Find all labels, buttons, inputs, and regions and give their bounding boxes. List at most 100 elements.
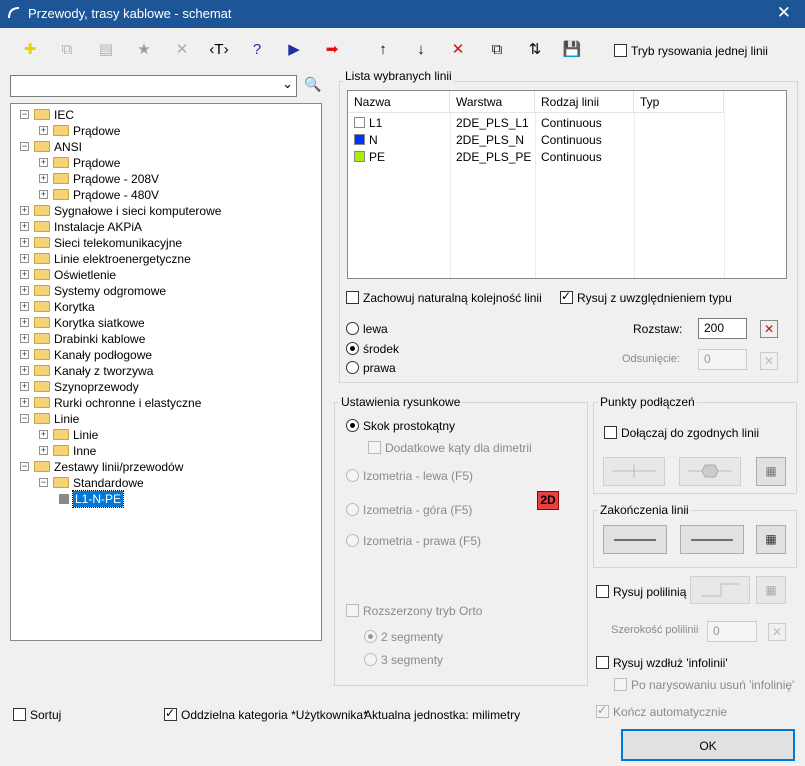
sort-checkbox[interactable]: Sortuj: [13, 708, 61, 722]
draw-polyline-checkbox[interactable]: Rysuj polilinią: [596, 585, 686, 599]
ok-button[interactable]: OK: [621, 729, 795, 761]
tree-node[interactable]: + Linie elektroenergetyczne: [11, 251, 311, 267]
tree-node[interactable]: − ANSI: [11, 139, 311, 155]
tree-node[interactable]: + Prądowe: [11, 155, 311, 171]
position-right-radio[interactable]: prawa: [346, 361, 396, 375]
tree-node[interactable]: + Szynoprzewody: [11, 379, 311, 395]
sort-icon[interactable]: ⇅: [523, 38, 547, 62]
tree-node[interactable]: L1-N-PE: [11, 490, 311, 508]
expand-icon[interactable]: +: [20, 302, 29, 311]
insert-arrow-icon[interactable]: ➡: [320, 38, 344, 62]
rect-jump-radio[interactable]: Skok prostokątny: [346, 419, 455, 433]
selected-lines-list[interactable]: Nazwa Warstwa Rodzaj linii Typ L1 2DE_PLS…: [347, 90, 787, 279]
line-ending-start-button[interactable]: [603, 525, 667, 554]
duplicate-icon[interactable]: ⧉: [485, 38, 509, 62]
collapse-icon[interactable]: −: [39, 478, 48, 487]
remove-icon[interactable]: ✕: [446, 38, 470, 62]
list-item[interactable]: N: [354, 132, 378, 149]
save-icon[interactable]: 💾: [560, 38, 584, 62]
expand-icon[interactable]: +: [20, 206, 29, 215]
tree-node[interactable]: + Sieci telekomunikacyjne: [11, 235, 311, 251]
draw-along-infoline-checkbox[interactable]: Rysuj wzdłuż 'infolinii': [596, 656, 728, 670]
expand-icon[interactable]: +: [39, 446, 48, 455]
chevron-down-icon[interactable]: ⌄: [282, 74, 293, 93]
tree-node[interactable]: + Rurki ochronne i elastyczne: [11, 395, 311, 411]
list-item[interactable]: L1: [354, 115, 382, 132]
favorite-icon[interactable]: ★: [132, 38, 156, 62]
tree-node[interactable]: − Zestawy linii/przewodów: [11, 459, 311, 475]
single-line-mode-checkbox[interactable]: Tryb rysowania jednej linii: [614, 44, 768, 58]
expand-icon[interactable]: +: [39, 190, 48, 199]
collapse-icon[interactable]: −: [20, 110, 29, 119]
close-icon[interactable]: ✕: [777, 3, 791, 23]
list-item[interactable]: PE: [354, 149, 385, 166]
column-header-layer[interactable]: Warstwa: [450, 91, 535, 113]
tree-node[interactable]: + Kanały z tworzywa: [11, 363, 311, 379]
expand-icon[interactable]: +: [20, 286, 29, 295]
draw-with-type-checkbox[interactable]: Rysuj z uwzględnieniem typu: [560, 289, 732, 305]
expand-icon[interactable]: +: [20, 366, 29, 375]
tree-node[interactable]: + Kanały podłogowe: [11, 347, 311, 363]
properties-icon[interactable]: ▤: [94, 38, 118, 62]
remove-infoline-checkbox: Po narysowaniu usuń 'infolinię': [614, 678, 794, 692]
draw-with-type-label: Rysuj z uwzględnieniem typu: [577, 291, 732, 305]
collapse-icon[interactable]: −: [20, 462, 29, 471]
position-center-radio[interactable]: środek: [346, 342, 399, 356]
tree-node[interactable]: + Korytka: [11, 299, 311, 315]
tree-node[interactable]: − Standardowe: [11, 475, 311, 491]
separate-category-checkbox[interactable]: Oddzielna kategoria *Użytkownika*: [164, 706, 368, 722]
text-icon[interactable]: ‹T›: [207, 38, 231, 62]
move-up-icon[interactable]: ↑: [371, 38, 395, 62]
expand-icon[interactable]: +: [39, 430, 48, 439]
move-down-icon[interactable]: ↓: [409, 38, 433, 62]
search-combobox[interactable]: ⌄: [10, 75, 297, 97]
expand-icon[interactable]: +: [20, 382, 29, 391]
tree-node[interactable]: − IEC: [11, 107, 311, 123]
connection-settings-button[interactable]: ▦: [756, 457, 786, 486]
tree-node[interactable]: + Oświetlenie: [11, 267, 311, 283]
tree-node[interactable]: + Prądowe: [11, 123, 311, 139]
join-matching-checkbox[interactable]: Dołączaj do zgodnych linii: [604, 426, 759, 440]
tree-node[interactable]: + Sygnałowe i sieci komputerowe: [11, 203, 311, 219]
delete-icon[interactable]: ✕: [170, 38, 194, 62]
play-icon[interactable]: ▶: [282, 38, 306, 62]
collapse-icon[interactable]: −: [20, 414, 29, 423]
expand-icon[interactable]: +: [20, 398, 29, 407]
expand-icon[interactable]: +: [20, 222, 29, 231]
tree-node[interactable]: + Systemy odgromowe: [11, 283, 311, 299]
copy-icon[interactable]: ⧉: [55, 38, 79, 62]
pick-spacing-icon[interactable]: ✕: [760, 320, 778, 338]
expand-icon[interactable]: +: [20, 270, 29, 279]
tree-node[interactable]: + Instalacje AKPiA: [11, 219, 311, 235]
position-left-radio[interactable]: lewa: [346, 322, 388, 336]
tree-node[interactable]: + Korytka siatkowe: [11, 315, 311, 331]
category-tree[interactable]: − IEC + Prądowe − ANSI + Prądowe + Prądowe - 208V…: [10, 103, 322, 641]
expand-icon[interactable]: +: [39, 158, 48, 167]
expand-icon[interactable]: +: [39, 126, 48, 135]
column-header-name[interactable]: Nazwa: [348, 91, 450, 113]
help-icon[interactable]: ?: [245, 38, 269, 62]
expand-icon[interactable]: +: [39, 174, 48, 183]
tree-node[interactable]: + Linie: [11, 427, 311, 443]
tree-node[interactable]: + Prądowe - 480V: [11, 187, 311, 203]
expand-icon[interactable]: +: [20, 350, 29, 359]
search-icon[interactable]: 🔍: [304, 76, 321, 93]
tree-node[interactable]: + Prądowe - 208V: [11, 171, 311, 187]
expand-icon[interactable]: +: [20, 254, 29, 263]
line-ending-settings-button[interactable]: ▦: [756, 525, 786, 554]
add-icon[interactable]: ✚: [18, 38, 42, 62]
natural-order-checkbox[interactable]: Zachowuj naturalną kolejność linii: [346, 291, 542, 305]
spacing-input[interactable]: 200: [698, 318, 747, 339]
folder-icon: [34, 109, 50, 120]
folder-icon: [53, 157, 69, 168]
tree-node[interactable]: − Linie: [11, 411, 311, 427]
collapse-icon[interactable]: −: [20, 142, 29, 151]
tree-node[interactable]: + Drabinki kablowe: [11, 331, 311, 347]
column-header-type[interactable]: Typ: [634, 91, 724, 113]
line-ending-end-button[interactable]: [680, 525, 744, 554]
expand-icon[interactable]: +: [20, 238, 29, 247]
column-header-linetype[interactable]: Rodzaj linii: [535, 91, 634, 113]
tree-node[interactable]: + Inne: [11, 443, 311, 459]
expand-icon[interactable]: +: [20, 334, 29, 343]
expand-icon[interactable]: +: [20, 318, 29, 327]
